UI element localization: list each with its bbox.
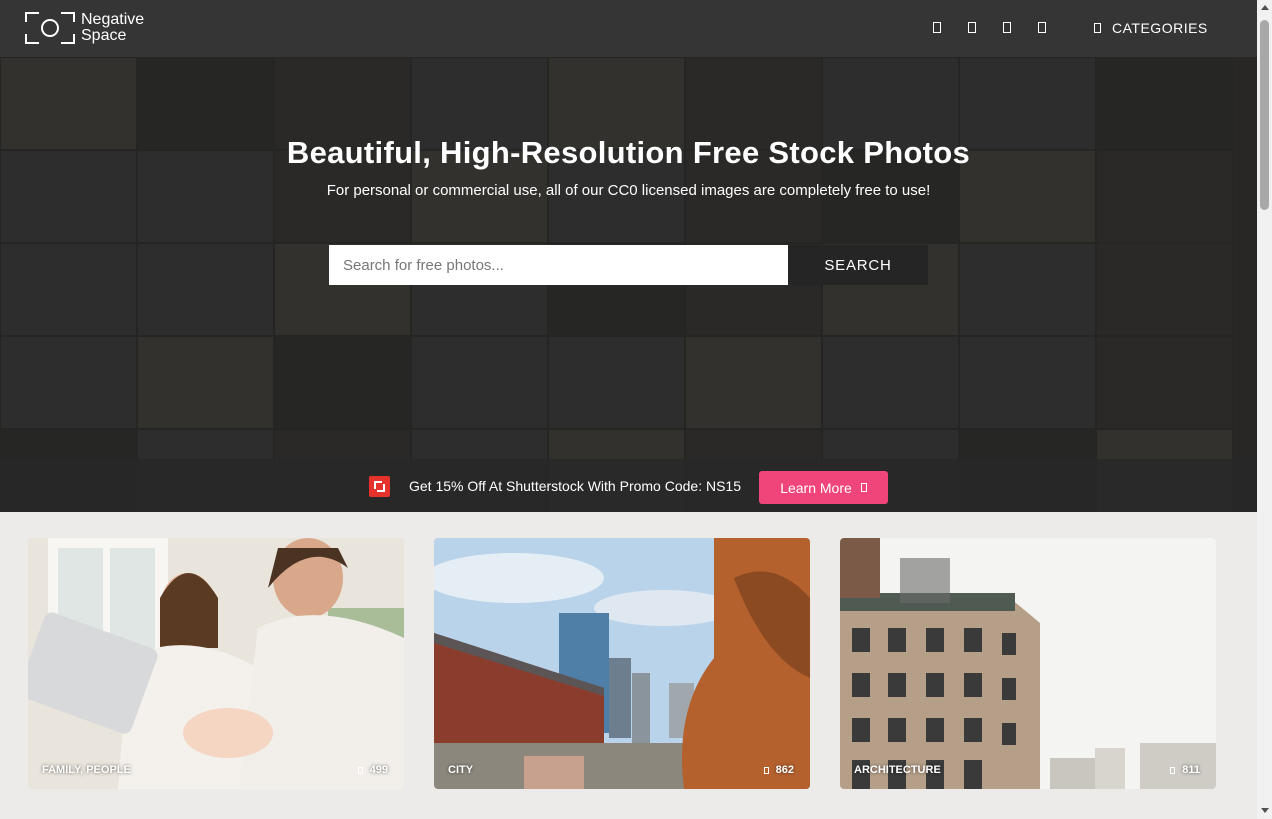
menu-icon [1094, 23, 1101, 33]
hero-subtitle: For personal or commercial use, all of o… [326, 182, 931, 199]
social-icon-1[interactable] [933, 22, 941, 33]
learn-more-button[interactable]: Learn More [759, 471, 888, 504]
hero-title: Beautiful, High-Resolution Free Stock Ph… [286, 135, 971, 170]
site-header: Negative Space CATEGORIES [0, 0, 1257, 57]
categories-menu[interactable]: CATEGORIES [1094, 20, 1208, 36]
logo-line-2: Space [81, 27, 127, 44]
shutterstock-logo-icon [369, 476, 390, 497]
social-links [933, 22, 1073, 33]
scroll-thumb[interactable] [1260, 20, 1269, 210]
social-icon-2[interactable] [968, 22, 976, 33]
category-cards: FAMILY, PEOPLE 499 CITY 862 ARCHITECTURE… [28, 538, 1216, 789]
photo-icon [357, 766, 363, 774]
logo-text: Negative Space [81, 12, 144, 44]
scroll-up-arrow-icon[interactable] [1261, 5, 1269, 10]
photo-count-value: 499 [369, 764, 388, 776]
photo-count: 811 [1170, 764, 1200, 776]
page-scrollbar[interactable] [1257, 0, 1272, 819]
photo-icon [763, 766, 769, 774]
learn-more-label: Learn More [780, 479, 852, 496]
category-label: FAMILY, PEOPLE [42, 764, 131, 776]
scroll-down-arrow-icon[interactable] [1261, 808, 1269, 813]
logo-line-1: Negative [81, 11, 145, 28]
external-link-icon [860, 483, 867, 492]
photo-count-value: 811 [1182, 764, 1200, 776]
photo-count-value: 862 [775, 764, 794, 776]
social-icon-3[interactable] [1003, 22, 1011, 33]
city-photo [434, 538, 810, 789]
social-icon-4[interactable] [1038, 22, 1046, 33]
promo-text: Get 15% Off At Shutterstock With Promo C… [409, 478, 742, 494]
photo-count: 862 [763, 764, 794, 776]
category-card-family-people[interactable]: FAMILY, PEOPLE 499 [28, 538, 404, 789]
category-label: ARCHITECTURE [854, 764, 941, 776]
search-input[interactable] [329, 245, 788, 285]
promo-banner: Get 15% Off At Shutterstock With Promo C… [0, 459, 1257, 512]
photo-count: 499 [357, 764, 388, 776]
architecture-photo [840, 538, 1216, 789]
family-people-photo [28, 538, 404, 789]
search-button[interactable]: SEARCH [788, 245, 928, 285]
category-card-city[interactable]: CITY 862 [434, 538, 810, 789]
hero-section: Beautiful, High-Resolution Free Stock Ph… [0, 57, 1257, 512]
photo-icon [1170, 766, 1176, 774]
category-label: CITY [448, 764, 474, 776]
category-card-architecture[interactable]: ARCHITECTURE 811 [840, 538, 1216, 789]
camera-logo-icon [25, 12, 75, 44]
categories-label: CATEGORIES [1112, 20, 1208, 36]
site-logo[interactable]: Negative Space [25, 12, 144, 44]
